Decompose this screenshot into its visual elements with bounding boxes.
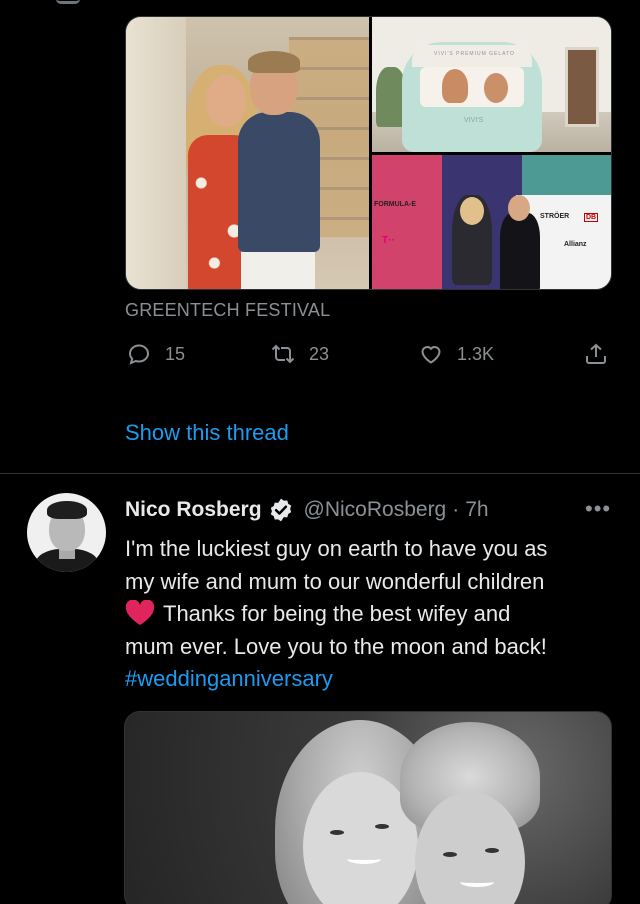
media-photo-couple[interactable] (126, 17, 369, 289)
tweet-text: I'm the luckiest guy on earth to have yo… (125, 533, 615, 696)
reply-button[interactable]: 15 (127, 342, 185, 366)
share-button[interactable] (584, 342, 608, 366)
author-name[interactable]: Nico Rosberg (125, 498, 262, 522)
tweet-time[interactable]: 7h (465, 498, 488, 522)
logo-allianz: Allianz (564, 240, 587, 248)
meta-separator: · (452, 498, 460, 521)
reply-icon (128, 344, 150, 365)
like-count: 1.3K (457, 343, 495, 364)
avatar[interactable] (27, 493, 106, 572)
media-photo-red-carpet[interactable]: FORMULA-E STRÖER DB Allianz T·· (372, 154, 611, 289)
like-icon (421, 346, 441, 364)
tweet-text-line: my wife and mum to our wonderful childre… (125, 568, 545, 594)
tweet-header: Nico Rosberg @NicoRosberg · 7h (125, 497, 489, 523)
retweet-count: 23 (309, 343, 330, 364)
share-icon (586, 343, 606, 364)
reply-count: 15 (165, 343, 186, 364)
heart-emoji-icon (125, 600, 155, 625)
tweet-text-line-with-emoji: Thanks for being the best wifey and (125, 598, 615, 631)
media-photo-gelato-van[interactable]: VIVI'S PREMIUM GELATO VIVI'S (372, 17, 611, 152)
tweet-divider (0, 473, 640, 474)
like-button[interactable]: 1.3K (419, 342, 494, 366)
card-caption: GREENTECH FESTIVAL (125, 300, 331, 320)
logo-stroer: STRÖER (540, 212, 570, 220)
logo-db: DB (584, 212, 599, 222)
more-icon[interactable]: ••• (585, 498, 611, 520)
verified-badge-icon (270, 498, 291, 522)
tweet-photo[interactable] (124, 711, 612, 904)
logo-formula-e: FORMULA-E (374, 200, 416, 208)
author-handle[interactable]: @NicoRosberg (304, 498, 447, 522)
van-brand: VIVI'S (464, 117, 484, 124)
show-thread-link[interactable]: Show this thread (125, 420, 289, 446)
tweet-text-line: Thanks for being the best wifey and (163, 601, 511, 626)
van-sign: VIVI'S PREMIUM GELATO (434, 51, 515, 57)
media-grid[interactable]: VIVI'S PREMIUM GELATO VIVI'S FORMULA-E S… (125, 16, 612, 290)
logo-telekom: T·· (382, 234, 395, 246)
retweet-button[interactable]: 23 (271, 342, 329, 366)
scroll-edge-artifact (56, 0, 80, 4)
hashtag-link[interactable]: #weddinganniversary (125, 663, 615, 696)
tweet-text-line: mum ever. Love you to the moon and back! (125, 633, 547, 659)
tweet-text-line: I'm the luckiest guy on earth to have yo… (125, 536, 548, 561)
retweet-icon (271, 344, 295, 364)
tweet-action-bar: 15 23 1.3K (125, 342, 612, 372)
